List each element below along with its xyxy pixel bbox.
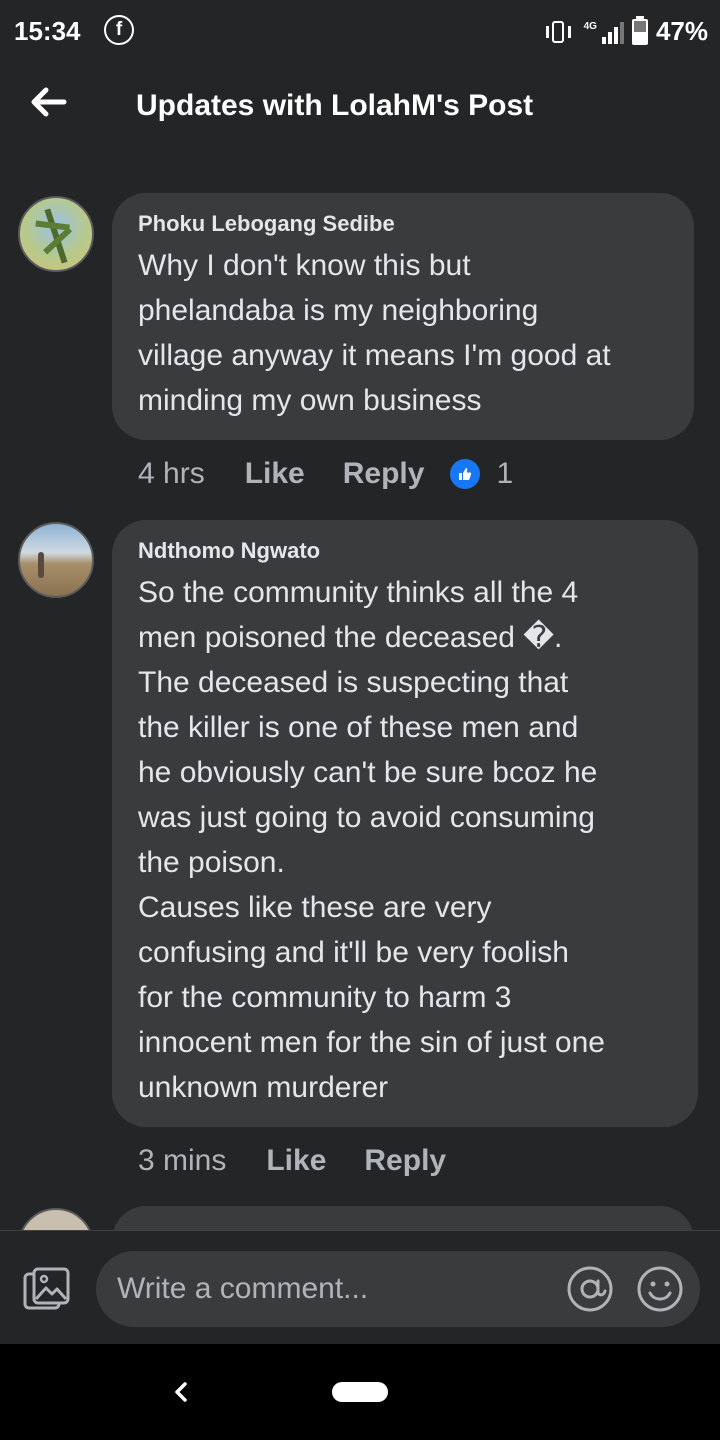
avatar-phoku[interactable] <box>18 196 94 272</box>
comment-composer: Write a comment... <box>0 1230 720 1345</box>
vibrate-icon <box>542 20 576 44</box>
comment-input[interactable]: Write a comment... <box>96 1251 700 1327</box>
comment-bubble[interactable]: Ndthomo Ngwato So the community thinks a… <box>112 520 698 1127</box>
network-type: 4G <box>583 20 597 32</box>
reply-button[interactable]: Reply <box>364 1144 446 1178</box>
comment-author[interactable]: Ndthomo Ngwato <box>138 538 672 564</box>
signal-icon: 4G <box>584 20 624 44</box>
reaction-count[interactable]: 1 <box>496 457 513 491</box>
comment-text: So the community thinks all the 4 men po… <box>138 576 605 1104</box>
status-time: 15:34 <box>14 16 81 46</box>
page-header: Updates with LolahM's Post <box>0 62 720 152</box>
system-nav-bar <box>0 1344 720 1440</box>
reply-button[interactable]: Reply <box>343 457 425 491</box>
like-button[interactable]: Like <box>245 457 305 491</box>
battery-percent: 47% <box>655 16 708 46</box>
battery-icon <box>631 15 648 45</box>
photo-icon[interactable] <box>22 1266 72 1314</box>
thumbs-up-icon[interactable] <box>448 457 483 491</box>
comment-text: Why I don't know this but phelandaba is … <box>138 249 611 417</box>
at-sign-icon[interactable] <box>566 1265 614 1313</box>
status-icons: 4G 47% <box>542 15 708 47</box>
page-title: Updates with LolahM's Post <box>136 89 534 122</box>
status-bar: 15:34 f 4G 47% <box>0 0 720 62</box>
comment-bubble[interactable]: Phoku Lebogang Sedibe Why I don't know t… <box>112 193 694 440</box>
comment-actions: 4 hrs Like Reply 1 <box>138 454 513 494</box>
comment-placeholder[interactable]: Write a comment... <box>117 1272 368 1306</box>
like-button[interactable]: Like <box>266 1144 326 1178</box>
nav-home-pill[interactable] <box>332 1382 388 1402</box>
avatar-ndthomo[interactable] <box>18 522 94 598</box>
comment-actions: 3 mins Like Reply <box>138 1141 484 1181</box>
comment-time: 3 mins <box>138 1144 227 1177</box>
comment-time: 4 hrs <box>138 457 205 490</box>
facebook-notification-icon: f <box>104 15 134 45</box>
emoji-icon[interactable] <box>636 1265 684 1313</box>
back-arrow-icon[interactable] <box>26 80 70 124</box>
nav-back-icon[interactable] <box>168 1374 192 1410</box>
comment-author[interactable]: Phoku Lebogang Sedibe <box>138 211 668 237</box>
